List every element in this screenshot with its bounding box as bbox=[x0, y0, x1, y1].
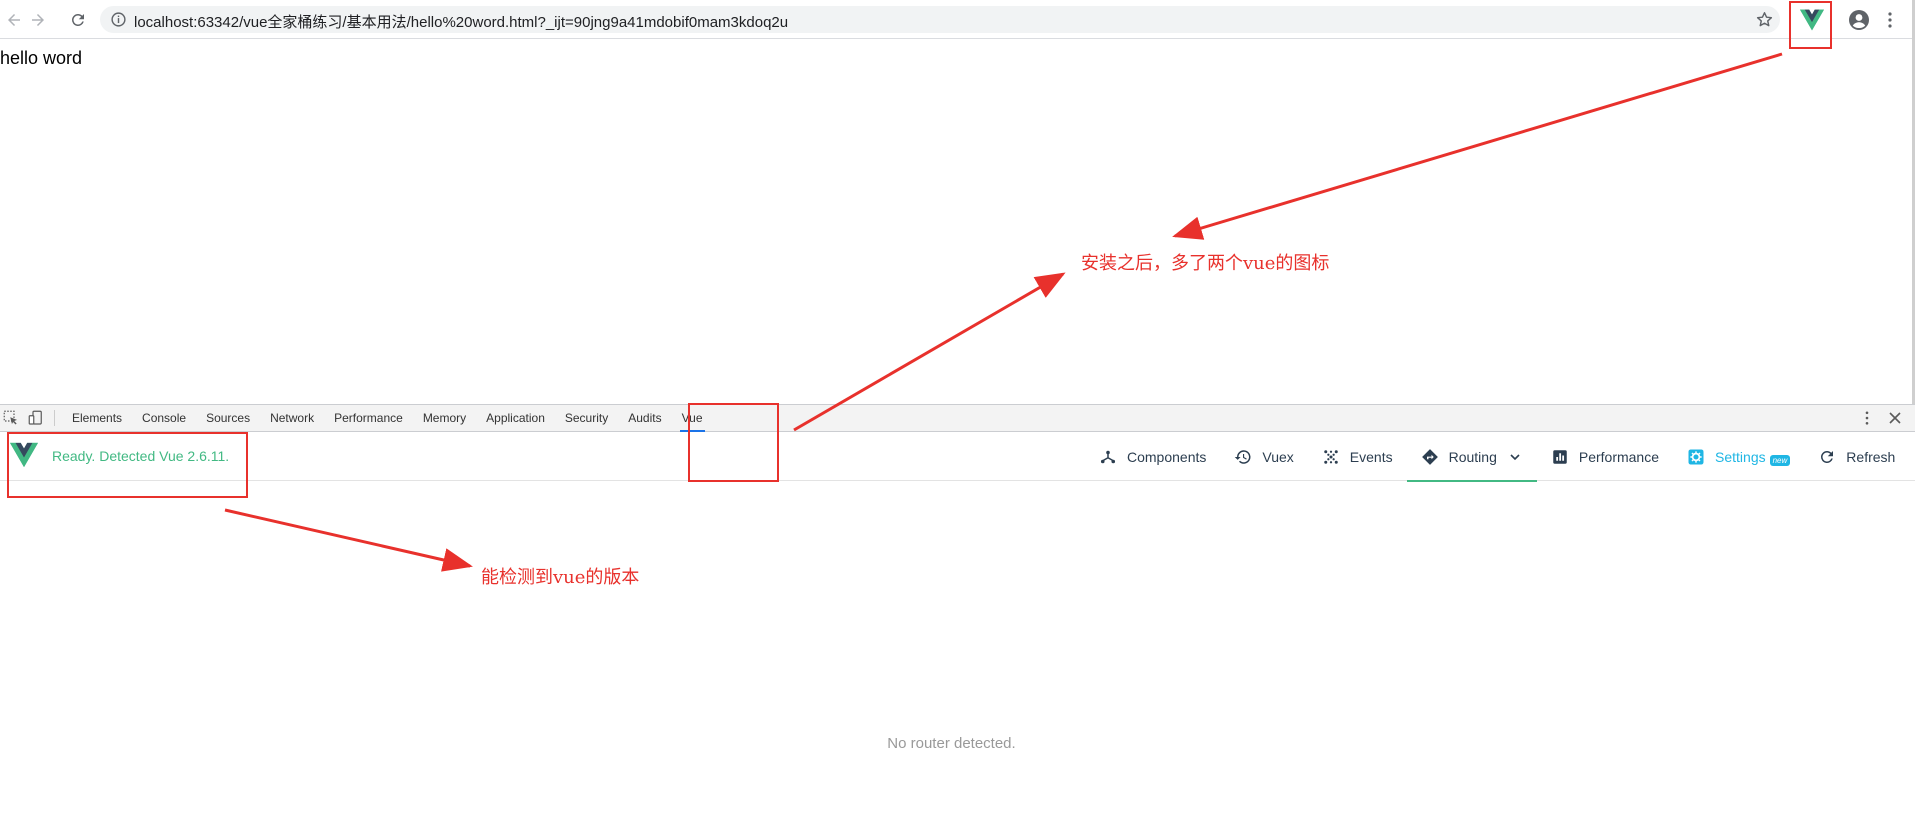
devtools-tab-elements[interactable]: Elements bbox=[62, 405, 132, 432]
kebab-menu-icon bbox=[1865, 411, 1869, 425]
bookmark-star-icon[interactable] bbox=[1755, 10, 1774, 29]
back-arrow-icon bbox=[8, 14, 20, 26]
page-content: hello word bbox=[0, 40, 1915, 404]
devtools-tab-performance[interactable]: Performance bbox=[324, 405, 413, 432]
annotation-box-vue-version bbox=[7, 432, 248, 498]
annotation-box-vue-tab bbox=[688, 403, 779, 482]
devtools-menu-button[interactable] bbox=[1862, 410, 1872, 426]
devtools-tab-console[interactable]: Console bbox=[132, 405, 196, 432]
chevron-down-icon bbox=[1510, 454, 1520, 461]
address-bar[interactable]: localhost:63342/vue全家桶练习/基本用法/hello%20wo… bbox=[100, 6, 1780, 33]
nav-components[interactable]: Components bbox=[1085, 433, 1220, 481]
nav-events-label: Events bbox=[1349, 449, 1393, 465]
bar-chart-icon bbox=[1553, 450, 1567, 464]
nav-refresh-label: Refresh bbox=[1846, 449, 1896, 465]
info-icon[interactable] bbox=[110, 11, 127, 28]
devtools-separator bbox=[54, 410, 55, 426]
reload-icon bbox=[71, 13, 84, 26]
nav-performance[interactable]: Performance bbox=[1537, 433, 1673, 481]
inspect-element-icon[interactable] bbox=[2, 409, 20, 427]
no-router-message: No router detected. bbox=[887, 735, 1016, 752]
back-button[interactable] bbox=[2, 8, 26, 32]
reload-button[interactable] bbox=[66, 8, 90, 32]
kebab-menu-icon bbox=[1888, 12, 1892, 28]
page-text: hello word bbox=[0, 48, 83, 68]
settings-gear-icon bbox=[1688, 449, 1704, 465]
devtools-tabs: Elements Console Sources Network Performance… bbox=[62, 405, 713, 432]
devtools-tab-network[interactable]: Network bbox=[260, 405, 324, 432]
account-icon[interactable] bbox=[1847, 8, 1871, 32]
nav-routing-label: Routing bbox=[1448, 449, 1497, 465]
nav-refresh[interactable]: Refresh bbox=[1804, 433, 1909, 481]
history-icon bbox=[1235, 450, 1251, 464]
refresh-icon bbox=[1821, 451, 1834, 463]
device-toolbar-icon[interactable] bbox=[27, 409, 45, 427]
url-text[interactable]: localhost:63342/vue全家桶练习/基本用法/hello%20wo… bbox=[134, 11, 788, 32]
devtools-tab-sources[interactable]: Sources bbox=[196, 405, 260, 432]
nav-settings-label: Settings bbox=[1715, 449, 1766, 465]
forward-button[interactable] bbox=[26, 8, 50, 32]
nav-vuex[interactable]: Vuex bbox=[1220, 433, 1307, 481]
annotation-note-version: 能检测到vue的版本 bbox=[481, 567, 640, 588]
vue-devtools-header: Ready. Detected Vue 2.6.11. Components V… bbox=[0, 433, 1915, 482]
routing-icon bbox=[1421, 449, 1438, 465]
nav-routing[interactable]: Routing bbox=[1406, 433, 1538, 482]
nav-performance-label: Performance bbox=[1578, 449, 1660, 465]
nav-events[interactable]: Events bbox=[1308, 433, 1407, 481]
devtools-tab-memory[interactable]: Memory bbox=[413, 405, 476, 432]
annotation-box-extension-icon bbox=[1789, 1, 1832, 49]
close-devtools-icon[interactable] bbox=[1888, 411, 1902, 425]
devtools-tab-audits[interactable]: Audits bbox=[618, 405, 671, 432]
browser-menu-button[interactable] bbox=[1882, 8, 1898, 32]
vue-devtools-nav: Components Vuex Events Routing Performan… bbox=[1085, 433, 1909, 482]
devtools-tab-bar: Elements Console Sources Network Performance… bbox=[0, 405, 1915, 432]
nav-settings[interactable]: Settings new bbox=[1673, 433, 1804, 481]
events-icon bbox=[1324, 450, 1338, 464]
devtools-tab-security[interactable]: Security bbox=[555, 405, 618, 432]
forward-arrow-icon bbox=[32, 14, 44, 26]
components-icon bbox=[1100, 450, 1116, 464]
devtools-tab-application[interactable]: Application bbox=[476, 405, 555, 432]
nav-components-label: Components bbox=[1127, 449, 1207, 465]
nav-vuex-label: Vuex bbox=[1262, 449, 1294, 465]
browser-toolbar: localhost:63342/vue全家桶练习/基本用法/hello%20wo… bbox=[0, 0, 1915, 39]
devtools-panel: Elements Console Sources Network Performance… bbox=[0, 404, 1915, 819]
new-badge: new bbox=[1769, 454, 1791, 466]
screenshot-root: localhost:63342/vue全家桶练习/基本用法/hello%20wo… bbox=[0, 0, 1915, 819]
annotation-note-icons: 安装之后，多了两个vue的图标 bbox=[1081, 253, 1330, 274]
